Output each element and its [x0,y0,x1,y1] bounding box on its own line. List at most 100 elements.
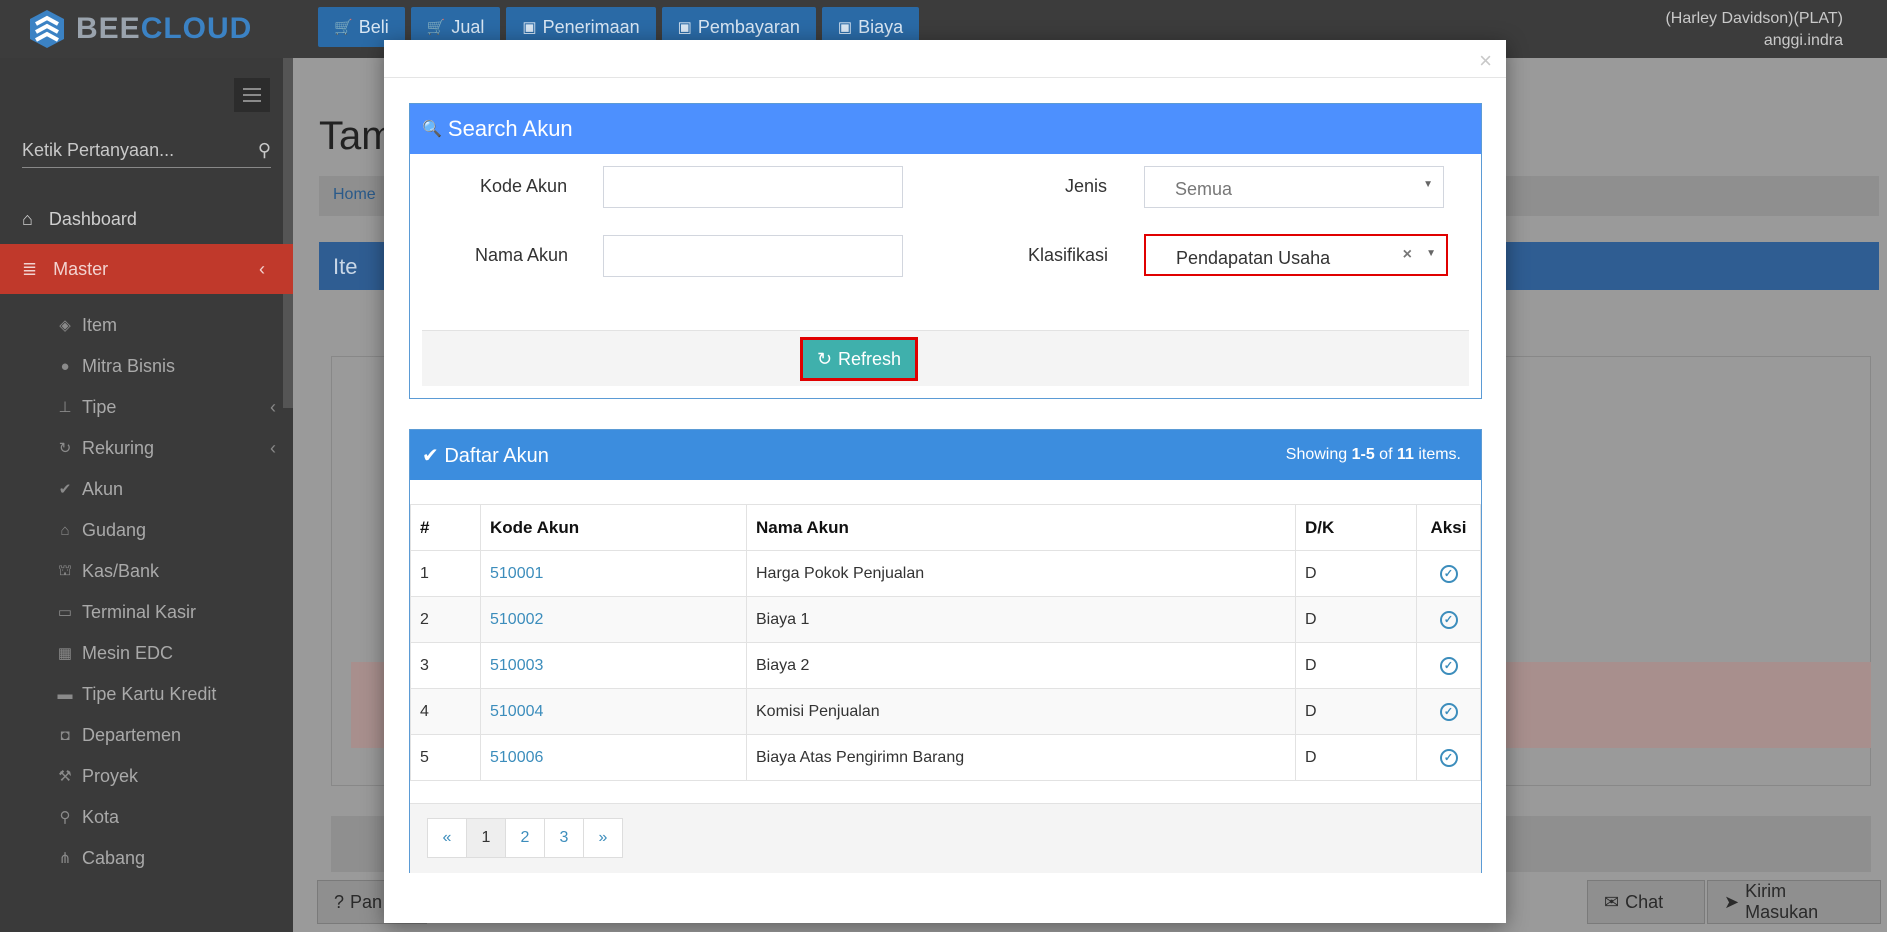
menu-toggle-button[interactable] [234,78,270,112]
sidebar-item-kas-bank[interactable]: ⛫ Kas/Bank [56,554,276,588]
feedback-button[interactable]: ➤ Kirim Masukan [1707,880,1881,924]
sidebar-item-tipe-kartu-kredit[interactable]: ▬ Tipe Kartu Kredit [56,677,276,711]
page-prev-button[interactable]: « [427,818,467,858]
select-check-icon[interactable]: ✓ [1439,749,1458,767]
sidebar-item-departemen[interactable]: ◘ Departemen [56,718,276,752]
select-check-icon[interactable]: ✓ [1439,657,1458,675]
map-marker-icon: ⚲ [59,809,71,826]
page-1-button[interactable]: 1 [466,818,506,858]
search-box-title: Search Akun [447,116,573,141]
caret-down-icon: ▼ [1423,179,1433,190]
jenis-select[interactable]: Semua ▼ [1144,166,1444,208]
kode-link[interactable]: 510006 [480,734,747,781]
caret-down-icon: ▼ [1426,248,1436,259]
breadcrumb-home-link[interactable]: Home [333,186,376,203]
refresh-button[interactable]: ↻ Refresh [800,337,918,381]
chevron-left-icon: ‹ [270,437,276,458]
search-icon[interactable]: ⚲ [258,140,271,161]
sidebar-search[interactable]: Ketik Pertanyaan... ⚲ [22,140,271,168]
table-row: 1 510001 Harga Pokok Penjualan D ✓ [410,550,1481,597]
kode-link[interactable]: 510004 [480,688,747,735]
credit-card-icon: ▬ [57,685,73,703]
col-header-kode[interactable]: Kode Akun [480,504,747,551]
company-name: (Harley Davidson)(PLAT) [1665,10,1843,27]
jenis-label: Jenis [1065,176,1108,196]
brand-name: BEECLOUD [76,12,253,45]
search-box-header: 🔍 Search Akun [410,104,1481,154]
database-icon: ≣ [22,258,38,279]
sidebar-item-master[interactable]: ≣ Master ‹ [0,244,293,294]
user-info[interactable]: (Harley Davidson)(PLAT) anggi.indra [1665,8,1843,52]
page-2-button[interactable]: 2 [505,818,545,858]
kode-akun-input[interactable] [603,166,903,208]
money-icon: ▣ [677,19,692,36]
table-row: 4 510004 Komisi Penjualan D ✓ [410,688,1481,735]
select-check-icon[interactable]: ✓ [1439,565,1458,583]
money-icon: ▣ [837,19,853,36]
page-3-button[interactable]: 3 [544,818,584,858]
page-next-button[interactable]: » [583,818,623,858]
sidebar-item-kota[interactable]: ⚲ Kota [56,800,276,834]
kode-link[interactable]: 510002 [480,596,747,643]
kode-link[interactable]: 510003 [480,642,747,689]
sidebar-search-input[interactable]: Ketik Pertanyaan... [22,140,174,161]
col-header-no[interactable]: # [410,504,481,551]
logo[interactable]: BEECLOUD [26,8,266,50]
klasifikasi-select[interactable]: Pendapatan Usaha × ▼ [1144,234,1448,276]
daftar-akun-box: ✔ Daftar Akun Showing 1-5 of 11 items. #… [409,429,1482,873]
col-header-dk[interactable]: D/K [1295,504,1417,551]
sidebar-item-cabang[interactable]: ⋔ Cabang [56,841,276,875]
sidebar-item-rekuring[interactable]: ↻ Rekuring ‹ [56,431,276,465]
sidebar-item-mitra-bisnis[interactable]: ● Mitra Bisnis [56,349,276,383]
briefcase-icon: ◘ [60,726,70,744]
paper-plane-icon: ➤ [1724,891,1740,912]
table-row: 3 510003 Biaya 2 D ✓ [410,642,1481,689]
select-check-icon[interactable]: ✓ [1439,611,1458,629]
check-icon: ✔ [58,481,72,498]
klasifikasi-label: Klasifikasi [1028,245,1109,265]
cube-icon: ◈ [59,317,71,334]
chat-button[interactable]: ✉ Chat [1587,880,1705,924]
refresh-icon: ↻ [58,440,72,457]
daftar-akun-title: Daftar Akun [444,444,549,467]
sidebar: Ketik Pertanyaan... ⚲ ⌂ Dashboard ≣ Master… [0,58,293,932]
col-header-aksi: Aksi [1416,504,1481,551]
jenis-select-value: Semua [1175,179,1233,199]
cart-icon: 🛒 [334,19,353,36]
sidebar-item-akun[interactable]: ✔ Akun [56,472,276,506]
nama-akun-label: Nama Akun [475,245,569,265]
bank-icon: ⛫ [58,561,72,579]
sidebar-item-tipe[interactable]: ⊥ Tipe ‹ [56,390,276,424]
kode-link[interactable]: 510001 [480,550,747,597]
sidebar-item-item[interactable]: ◈ Item [56,308,276,342]
user-name: anggi.indra [1763,32,1843,49]
pagination-bar: « 1 2 3 » [410,803,1481,873]
klasifikasi-select-value: Pendapatan Usaha [1176,248,1331,268]
clear-icon[interactable]: × [1403,246,1412,264]
select-check-icon[interactable]: ✓ [1439,703,1458,721]
akun-table: # Kode Akun Nama Akun D/K Aksi 1 510001 … [410,504,1481,781]
money-icon: ▣ [522,19,537,36]
sidebar-item-gudang[interactable]: ⌂ Gudang [56,513,276,547]
close-icon[interactable]: × [1479,50,1492,72]
nama-akun-input[interactable] [603,235,903,277]
sidebar-item-dashboard[interactable]: ⌂ Dashboard [0,194,293,244]
search-actions-bar: ↻ Refresh [422,330,1469,386]
check-icon: ✔ [422,444,439,467]
sidebar-item-terminal-kasir[interactable]: ▭ Terminal Kasir [56,595,276,629]
sidebar-item-mesin-edc[interactable]: ▦ Mesin EDC [56,636,276,670]
search-box: 🔍 Search Akun Kode Akun Nama Akun Jenis … [409,103,1482,399]
daftar-akun-header: ✔ Daftar Akun Showing 1-5 of 11 items. [410,430,1481,480]
chevron-left-icon: ‹ [259,258,265,279]
sitemap-icon: ⊥ [58,399,72,416]
table-header-row: # Kode Akun Nama Akun D/K Aksi [410,504,1481,551]
table-row: 2 510002 Biaya 1 D ✓ [410,596,1481,643]
sidebar-item-proyek[interactable]: ⚒ Proyek [56,759,276,793]
modal-header: × [384,40,1506,78]
search-akun-modal: × 🔍 Search Akun Kode Akun Nama Akun Jeni… [384,40,1506,923]
refresh-icon: ↻ [816,348,833,369]
pagination: « 1 2 3 » [427,818,623,858]
calculator-icon: ▦ [57,645,73,662]
col-header-nama[interactable]: Nama Akun [746,504,1296,551]
home-icon: ⌂ [60,521,70,539]
